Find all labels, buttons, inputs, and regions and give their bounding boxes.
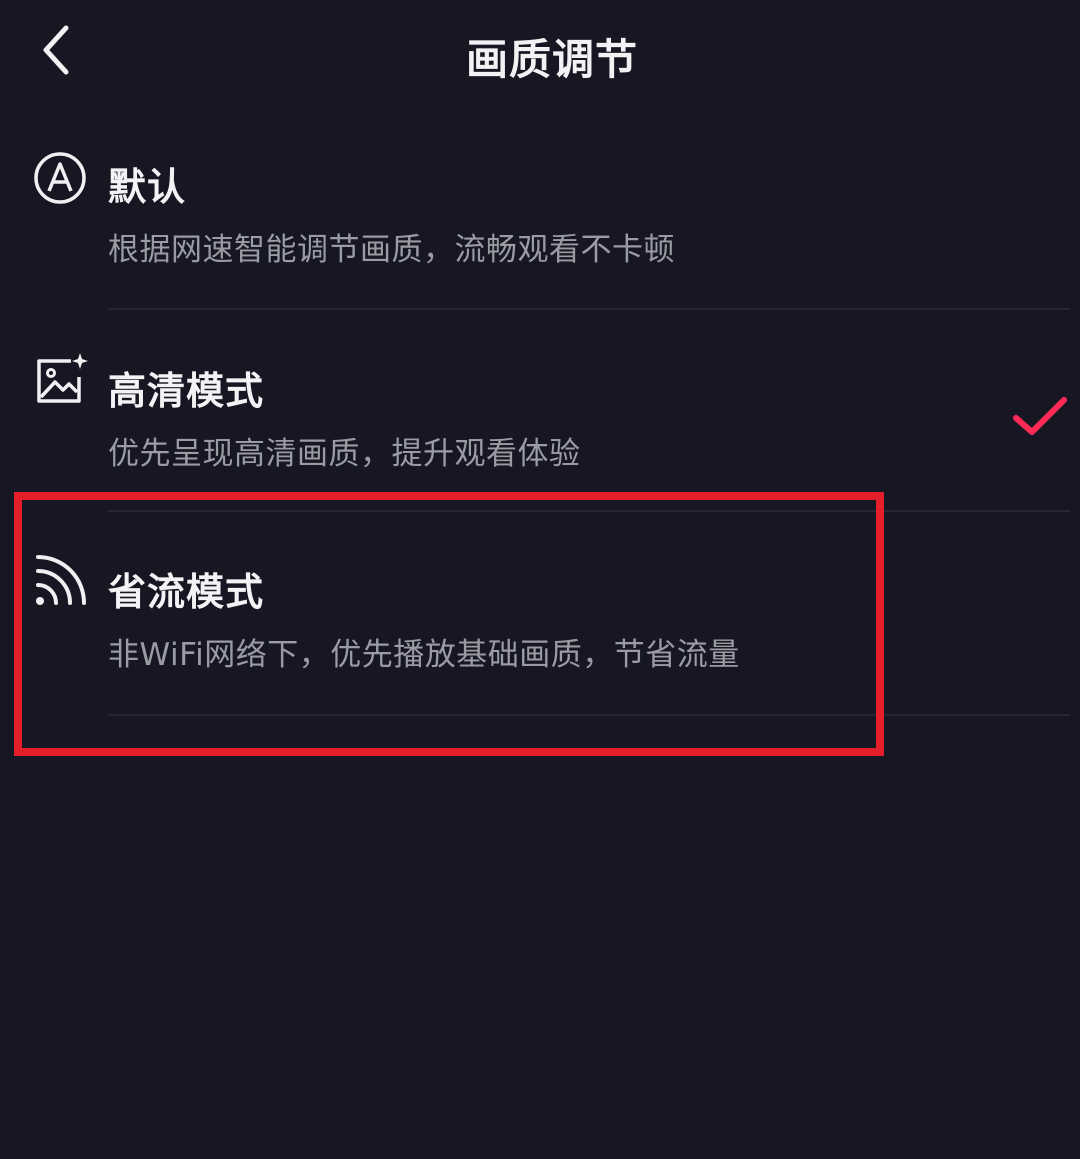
checkmark-icon [1013,397,1067,435]
divider [108,714,1070,716]
divider [108,510,1070,512]
signal-waves-icon [30,551,90,611]
auto-a-icon [30,148,90,208]
option-title: 省流模式 [108,570,265,614]
page-title: 画质调节 [465,35,638,84]
header-bar: 画质调节 [0,0,1080,110]
quality-settings-screen: 画质调节 默认 根据网速智能调节画质，流畅观看不卡顿 高清模式 优先呈现高清画质… [0,0,1080,1159]
option-hd-mode[interactable]: 高清模式 优先呈现高清画质，提升观看体验 [0,342,1080,544]
option-default[interactable]: 默认 根据网速智能调节画质，流畅观看不卡顿 [0,140,1080,342]
divider [108,308,1070,310]
option-description: 优先呈现高清画质，提升观看体验 [108,436,581,472]
option-description: 根据网速智能调节画质，流畅观看不卡顿 [108,232,675,268]
option-data-saver-mode[interactable]: 省流模式 非WiFi网络下，优先播放基础画质，节省流量 [0,545,1080,747]
option-description: 非WiFi网络下，优先播放基础画质，节省流量 [108,637,740,673]
option-title: 默认 [108,165,187,209]
hd-image-sparkle-icon [30,350,90,410]
option-title: 高清模式 [108,369,265,413]
